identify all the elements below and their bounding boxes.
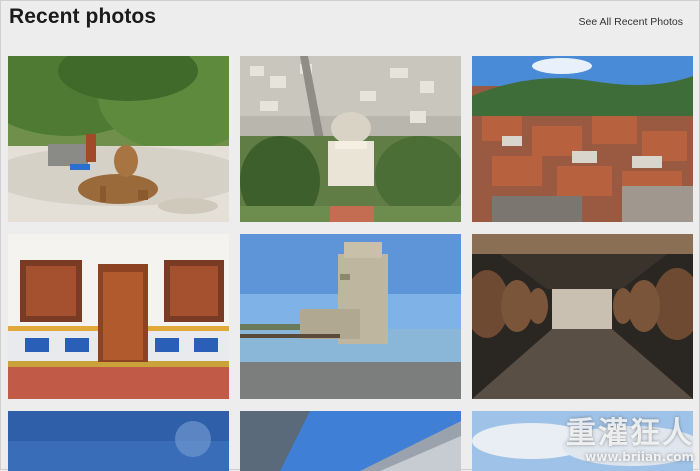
see-all-recent-photos-link[interactable]: See All Recent Photos	[579, 16, 683, 28]
photo-modern-building[interactable]	[240, 411, 461, 471]
photo-blue-sky[interactable]	[8, 411, 229, 471]
photo-clouds[interactable]	[472, 411, 693, 471]
photo-wine-cellar[interactable]	[472, 234, 693, 399]
photo-hillside-town[interactable]	[472, 56, 693, 222]
page-title: Recent photos	[9, 5, 157, 28]
photo-dog-on-beach[interactable]	[8, 56, 229, 222]
photo-stone-tower[interactable]	[240, 234, 461, 399]
header: Recent photos See All Recent Photos	[0, 0, 700, 46]
photo-white-house-door[interactable]	[8, 234, 229, 399]
photo-city-domed-shrine[interactable]	[240, 56, 461, 222]
